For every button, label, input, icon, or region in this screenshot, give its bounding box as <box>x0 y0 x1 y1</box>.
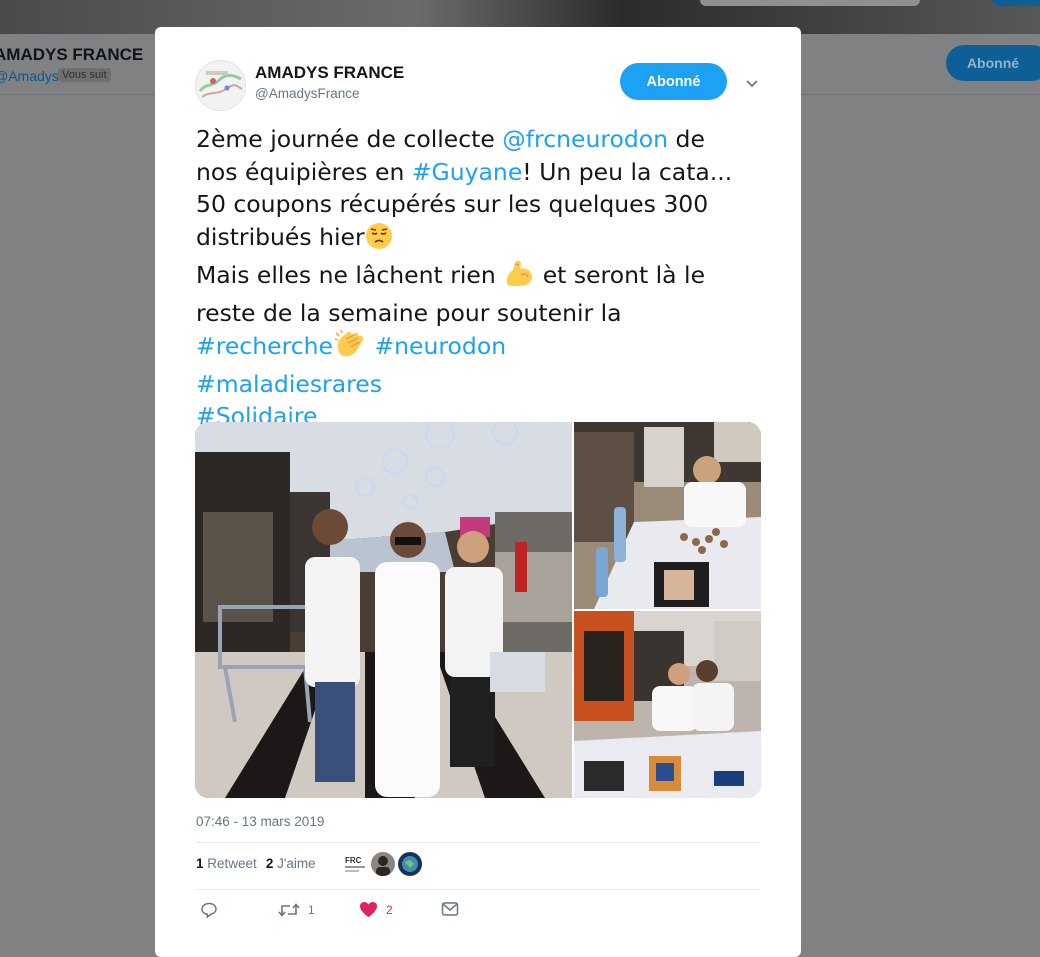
tweet-text-line: 50 coupons récupérés sur les quelques 30… <box>196 188 756 221</box>
retweet-button[interactable]: 1 <box>278 901 315 919</box>
photo-two-volunteers-at-table[interactable] <box>574 611 761 798</box>
retweets-label: Retweet <box>207 856 257 871</box>
flexed-biceps-emoji-icon <box>503 258 535 297</box>
tweet-text: 2ème journée de collecte @frcneurodon de… <box>196 123 756 433</box>
tweet-text-segment: reste de la semaine pour soutenir la <box>196 298 622 327</box>
tweet-text-line: Mais elles ne lâchent rien et seront là … <box>196 258 756 297</box>
hashtag-link[interactable]: #Guyane <box>412 158 522 186</box>
liker-avatar-frc-logo-icon[interactable]: FRC <box>342 852 368 876</box>
retweets-stat[interactable]: 1 Retweet <box>196 856 257 871</box>
tweet-timestamp[interactable]: 07:46 - 13 mars 2019 <box>196 814 324 829</box>
photo-volunteers-in-mall[interactable] <box>195 422 572 798</box>
follows-you-badge: Vous suit <box>58 68 111 82</box>
tweet-text-line: #maladiesrares <box>196 368 756 401</box>
tweet-text-line: reste de la semaine pour soutenir la <box>196 297 756 330</box>
tweet-stats: 1 Retweet 2 J'aime <box>196 856 316 871</box>
author-handle[interactable]: @AmadysFrance <box>255 86 360 101</box>
tweet-text-segment: et seront là le <box>535 261 706 289</box>
pensive-face-emoji-icon <box>365 222 393 259</box>
author-avatar[interactable] <box>195 60 246 111</box>
tweet-actions: 1 2 <box>196 901 756 927</box>
heart-icon <box>360 902 377 917</box>
tweet-photo-grid <box>195 422 761 798</box>
liker-avatar-person-icon[interactable] <box>371 852 395 876</box>
mention-link[interactable]: @frcneurodon <box>502 125 668 153</box>
background-profile-name: AMADYS FRANCE <box>0 45 144 64</box>
tweet-text-segment: Mais elles ne lâchent rien <box>196 261 504 289</box>
liker-avatar-globe-icon[interactable] <box>398 852 422 876</box>
envelope-icon <box>441 902 459 916</box>
hashtag-link[interactable]: #maladiesrares <box>196 370 382 398</box>
tweet-modal: AMADYS FRANCE @AmadysFrance Abonné 2ème … <box>155 27 801 957</box>
background-top-button[interactable] <box>990 0 1040 6</box>
likes-count: 2 <box>265 856 274 871</box>
tweet-text-segment: nos équipières en <box>196 157 412 186</box>
retweet-count: 1 <box>308 903 315 917</box>
tweet-text-line: distribués hier <box>196 221 756 259</box>
tweet-text-segment: 2ème journée de collecte <box>196 125 503 153</box>
tweet-text-segment: distribués hier <box>196 222 365 251</box>
reply-icon <box>201 902 217 919</box>
divider <box>196 842 760 843</box>
likes-label: J'aime <box>277 856 316 871</box>
hashtag-link[interactable]: #recherche <box>196 332 333 360</box>
photo-volunteer-counting-coins[interactable] <box>574 422 761 609</box>
retweets-count: 1 <box>196 856 204 871</box>
reply-button[interactable] <box>200 901 218 919</box>
author-name[interactable]: AMADYS FRANCE <box>255 63 404 83</box>
like-count: 2 <box>386 902 393 917</box>
retweet-icon <box>278 903 300 917</box>
tweet-text-line: nos équipières en #Guyane! Un peu la cat… <box>196 156 756 189</box>
tweet-text-segment: de <box>668 125 705 153</box>
like-button[interactable]: 2 <box>359 901 393 918</box>
more-options-chevron-down-icon[interactable] <box>746 76 758 88</box>
follow-button[interactable]: Abonné <box>620 63 727 100</box>
hashtag-link[interactable]: #neurodon <box>374 332 506 360</box>
tweet-text-segment: 50 coupons récupérés sur les quelques 30… <box>196 190 709 218</box>
liker-avatars: FRC <box>342 852 422 876</box>
likes-stat[interactable]: 2 J'aime <box>266 856 316 871</box>
svg-text:FRC: FRC <box>345 856 362 865</box>
direct-message-button[interactable] <box>441 901 459 917</box>
divider <box>196 889 760 890</box>
clapping-hands-emoji-icon <box>333 329 367 368</box>
background-follow-button[interactable]: Abonné <box>946 45 1040 81</box>
banner-search-pill <box>700 0 920 6</box>
tweet-text-line: 2ème journée de collecte @frcneurodon de <box>196 123 756 156</box>
avatar-map-logo-icon <box>196 61 245 110</box>
tweet-text-segment: ! Un peu la cata... <box>522 157 733 186</box>
tweet-text-line: #recherche #neurodon <box>196 329 756 368</box>
